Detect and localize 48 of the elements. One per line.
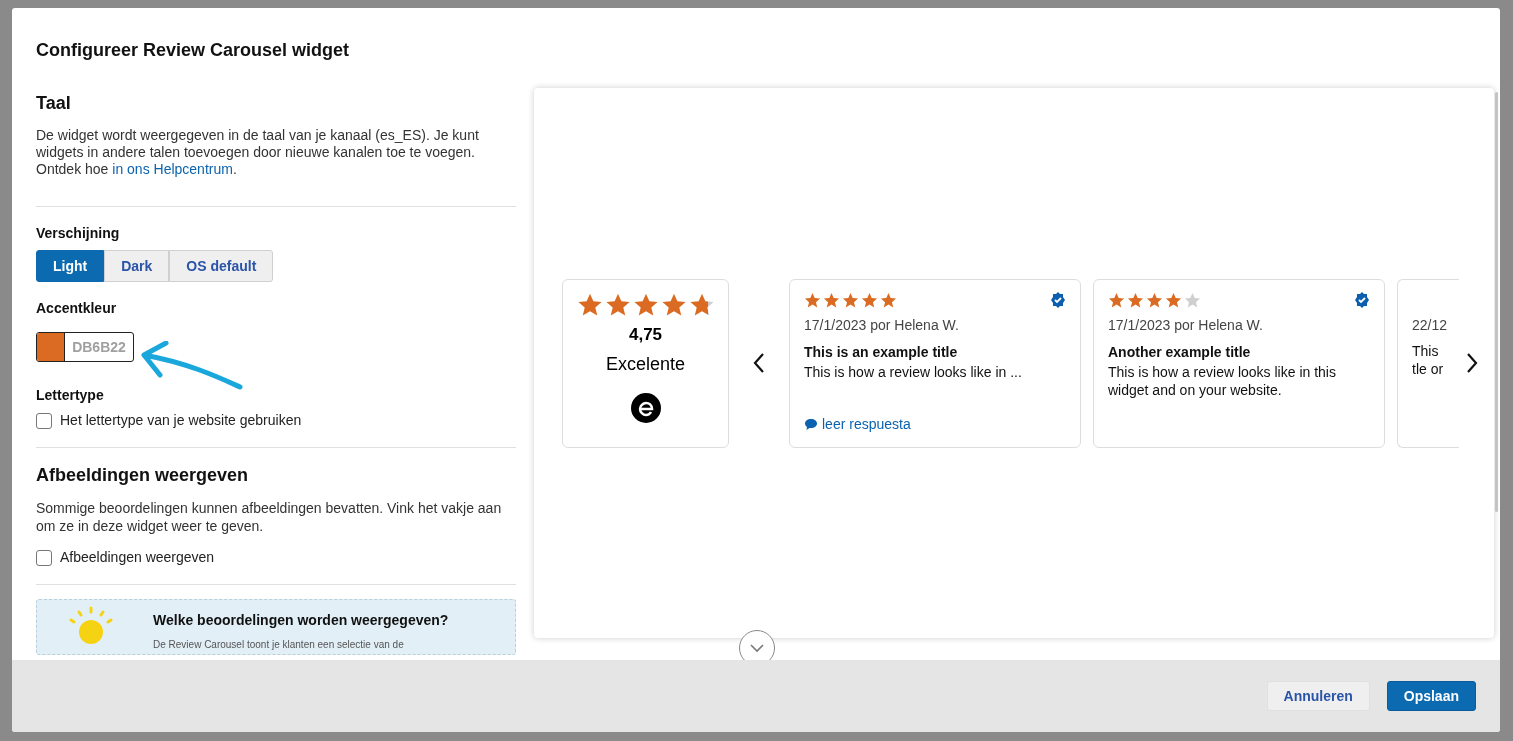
info-title: Welke beoordelingen worden weergegeven? [153,611,449,630]
section-heading: Taal [36,92,72,115]
star-icon [842,291,859,309]
star-icon [1127,291,1144,309]
field-label: Lettertype [36,386,105,405]
read-reply-link[interactable]: leer respuesta [804,413,911,435]
rating-label: Excelente [605,353,686,376]
appearance-option[interactable]: OS default [169,250,274,282]
save-button[interactable]: Opslaan [1386,681,1476,711]
cancel-button[interactable]: Annuleren [1266,681,1370,711]
checkbox-label: Het lettertype van je website gebruiken [60,411,302,430]
checkbox[interactable] [36,549,52,566]
review-text: This is how a review looks like in this widget and on your website. [1108,362,1337,399]
language-description: De widget wordt weergegeven in de taal van je kanaal (es_ES). Je kunt widgets in andere talen toevoegen door nieuwe kanalen toe te voegen. Ontdek hoe in ons Helpcentrum. [36,127,480,178]
color-value: DB6B22 [71,338,127,357]
review-date: 22/12 [1412,315,1449,335]
field-label: Verschijning [36,224,121,243]
chevron-right-icon [1466,352,1478,374]
section-heading: Afbeeldingen weergeven [36,464,250,487]
review-title: Another example title [1108,342,1252,362]
star-icon [1165,291,1182,309]
review-text: This tle or [1412,341,1445,378]
images-description: Sommige beoordelingen kunnen afbeeldingen bevatten. Vink het vakje aan om ze in deze widget weer te geven. [36,499,503,535]
help-center-link[interactable]: in ons Helpcentrum [112,161,233,177]
star-icon [804,291,821,309]
review-text: This is how a review looks like in ... [804,362,1023,381]
color-swatch [37,333,65,361]
rating-score: 4,75 [628,323,663,346]
dialog-title: Configureer Review Carousel widget [35,39,351,62]
appearance-option[interactable]: Light [36,250,105,282]
star-icon [1146,291,1163,309]
chevron-down-icon [749,643,765,653]
star-icon [880,291,897,309]
logo-icon [629,392,662,424]
appearance-option[interactable]: Dark [104,250,170,282]
star-icon [1108,291,1125,309]
review-date: 17/1/2023 por Helena W. [804,315,960,335]
review-date: 17/1/2023 por Helena W. [1108,315,1264,335]
chevron-left-icon [752,352,766,374]
speech-bubble-icon [804,417,818,431]
star-icon [861,291,878,309]
star-icon [823,291,840,309]
info-text: De Review Carousel toont je klanten een selectie van de [153,638,405,652]
field-label: Accentkleur [36,299,118,318]
star-icon [1184,291,1201,309]
checkbox[interactable] [36,412,52,429]
checkbox-label: Afbeeldingen weergeven [60,548,215,567]
review-title: This is an example title [804,342,959,362]
